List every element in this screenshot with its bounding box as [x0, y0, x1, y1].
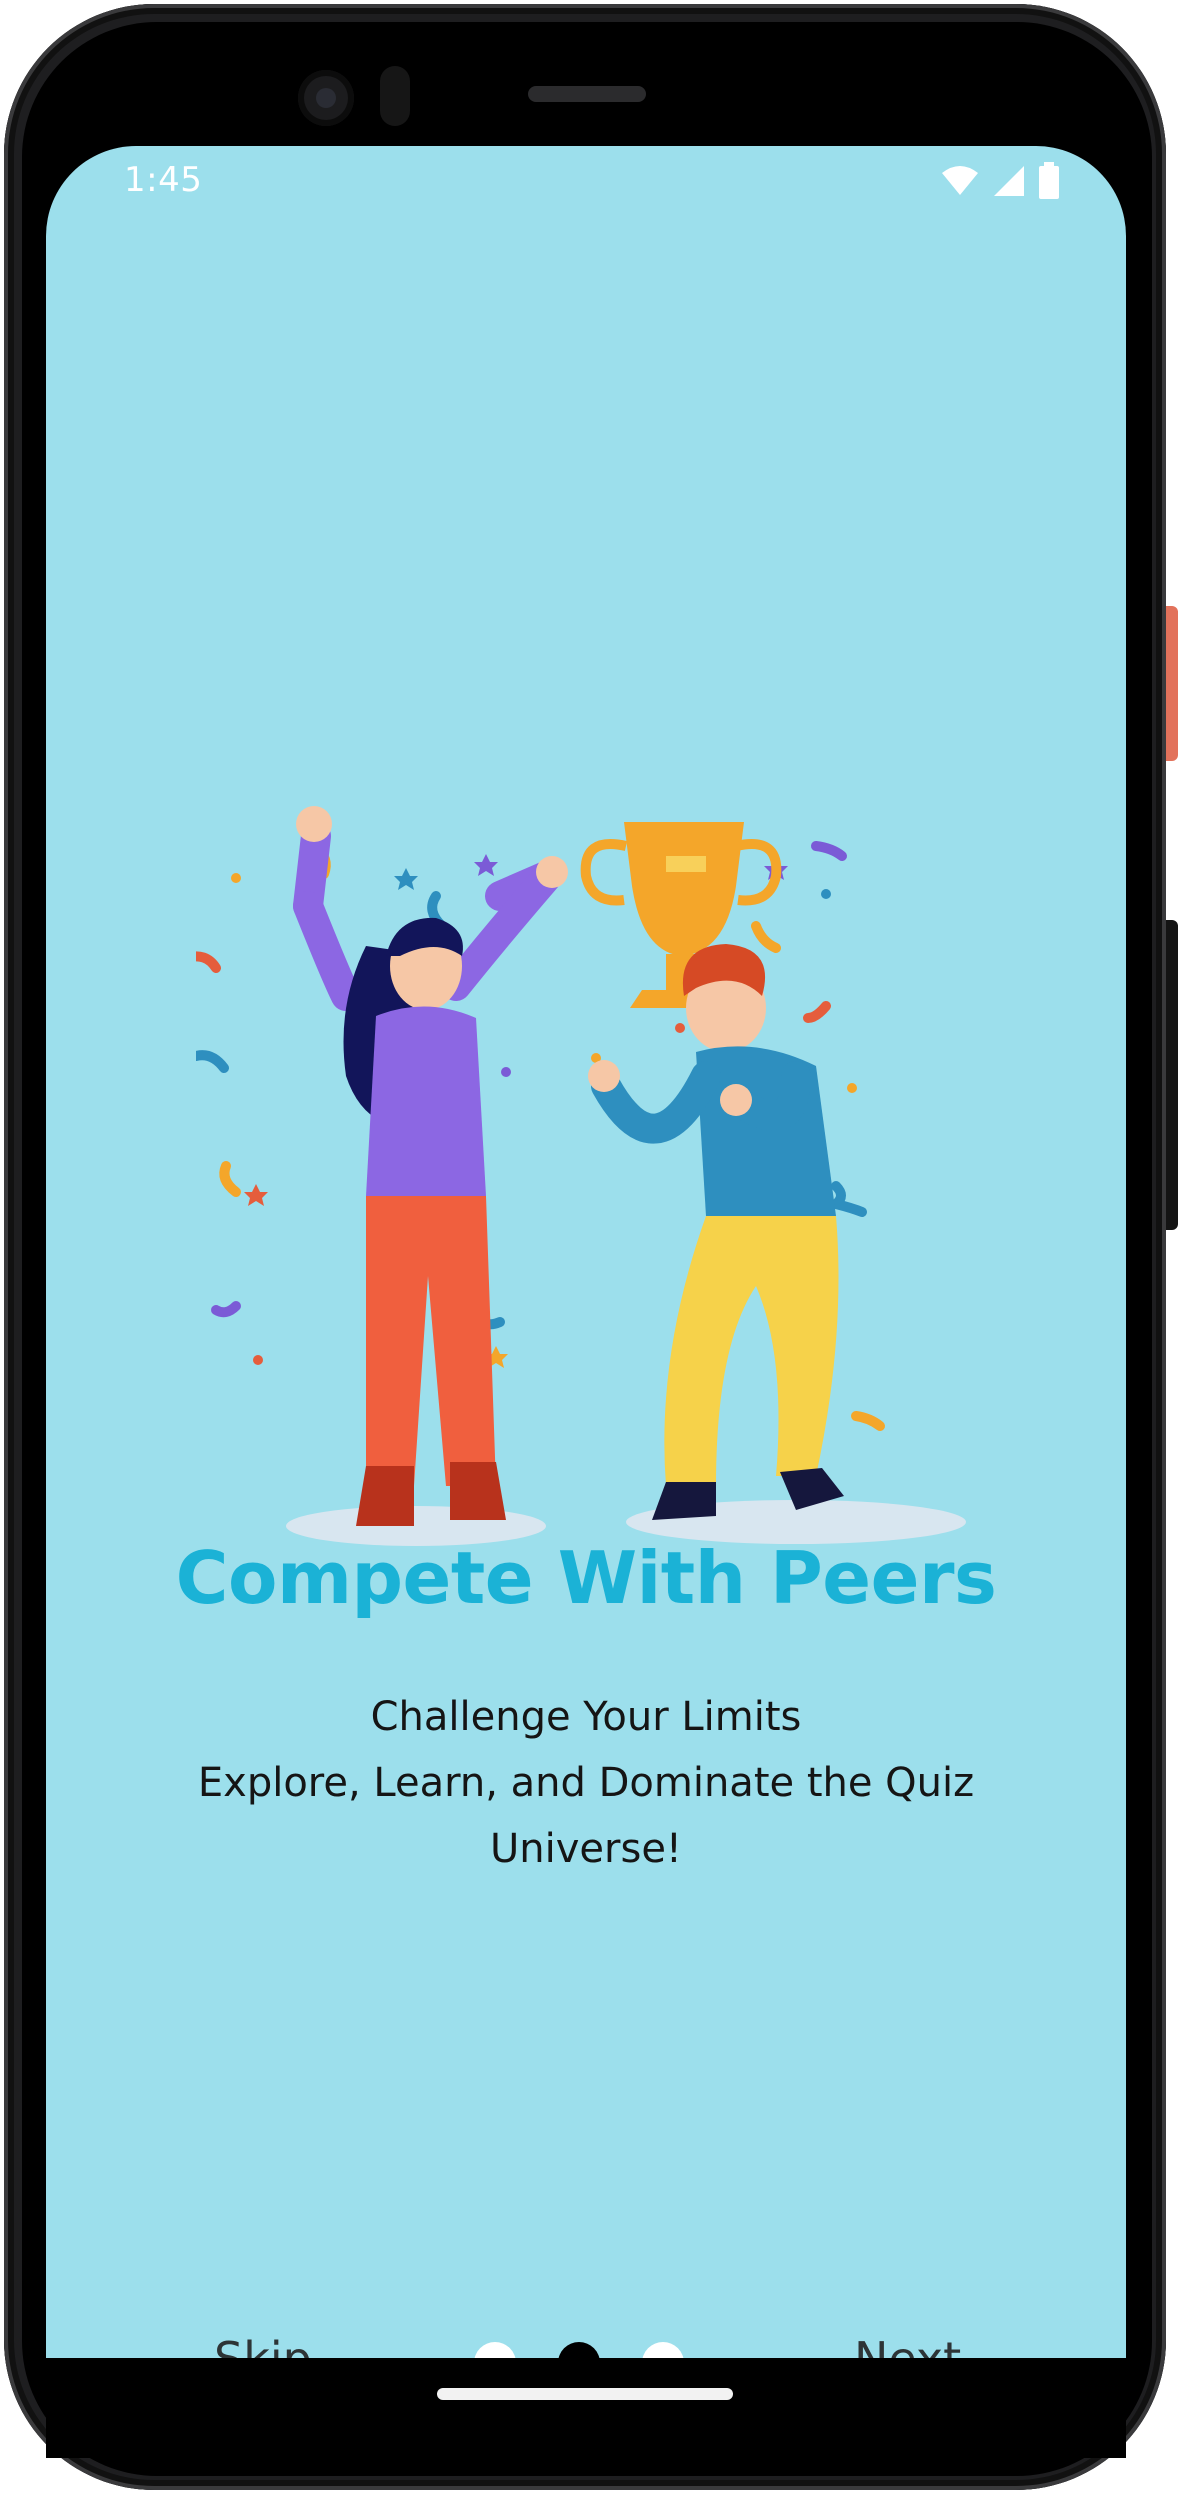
proximity-sensor — [380, 66, 410, 126]
cellular-signal-icon — [994, 166, 1024, 196]
page-dot-3[interactable] — [642, 2342, 684, 2358]
earpiece-speaker — [528, 86, 646, 102]
phone-device: 1:45 Compete With Peers Challenge Your L… — [0, 0, 1178, 2498]
page-dot-2[interactable] — [558, 2342, 600, 2358]
man-figure — [588, 944, 844, 1520]
wifi-icon — [942, 166, 978, 195]
volume-button — [1166, 920, 1178, 1230]
subtitle-line: Universe! — [490, 1826, 682, 1872]
next-button[interactable]: Next — [854, 2332, 961, 2358]
page-indicator — [474, 2342, 704, 2358]
navigation-bar — [46, 2358, 1126, 2458]
subtitle-line: Challenge Your Limits — [370, 1694, 802, 1740]
onboarding-title: Compete With Peers — [175, 1536, 997, 1620]
celebration-illustration — [196, 806, 966, 1546]
onboarding-subtitle: Challenge Your Limits Explore, Learn, an… — [166, 1684, 1006, 1882]
skip-button[interactable]: Skip — [214, 2332, 312, 2358]
front-camera — [298, 70, 354, 126]
battery-icon — [1039, 162, 1059, 199]
page-dot-1[interactable] — [474, 2342, 516, 2358]
status-bar: 1:45 — [46, 146, 1126, 226]
screen: 1:45 Compete With Peers Challenge Your L… — [46, 146, 1126, 2358]
status-icons — [940, 162, 1060, 200]
home-indicator[interactable] — [437, 2388, 733, 2400]
power-button — [1166, 606, 1178, 761]
subtitle-line: Explore, Learn, and Dominate the Quiz — [197, 1760, 975, 1806]
status-time: 1:45 — [124, 160, 203, 200]
